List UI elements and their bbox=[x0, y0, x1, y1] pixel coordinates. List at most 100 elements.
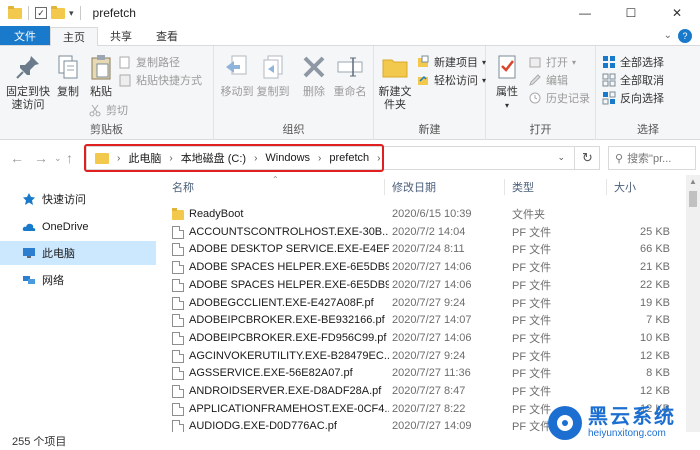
help-icon[interactable]: ? bbox=[678, 28, 692, 43]
network-icon bbox=[22, 274, 36, 286]
column-header: ⌃ 名称 修改日期 类型 大小 bbox=[160, 175, 686, 199]
copy-to-button[interactable]: 复制到 bbox=[256, 52, 290, 99]
new-group: 新建文件夹 新建项目 ▾ 轻松访问 ▾ 新建 bbox=[374, 46, 486, 140]
new-folder-button[interactable]: 新建文件夹 bbox=[378, 52, 412, 112]
folder-icon bbox=[172, 208, 184, 220]
pin-quick-access-button[interactable]: 固定到快速访问 bbox=[4, 52, 52, 112]
table-row[interactable]: ADOBE DESKTOP SERVICE.EXE-E4EF... 2020/7/… bbox=[160, 240, 686, 258]
divider[interactable] bbox=[606, 179, 607, 195]
watermark: 黑云系统 heiyunxitong.com bbox=[548, 400, 696, 446]
file-icon bbox=[172, 367, 184, 381]
chevron-down-icon: ▾ bbox=[504, 101, 509, 110]
file-type: PF 文件 bbox=[512, 386, 552, 398]
maximize-button[interactable]: ☐ bbox=[608, 0, 654, 26]
file-size: 25 KB bbox=[640, 225, 670, 238]
nav-item-this-pc[interactable]: 此电脑 bbox=[0, 241, 156, 265]
move-to-button[interactable]: 移动到 bbox=[220, 52, 254, 99]
column-date[interactable]: 修改日期 bbox=[392, 179, 436, 195]
folder-icon[interactable] bbox=[8, 5, 22, 19]
invert-selection-button[interactable]: 反向选择 bbox=[602, 90, 664, 106]
select-none-label: 全部取消 bbox=[620, 75, 664, 87]
address-dropdown-icon[interactable]: ⌄ bbox=[557, 152, 565, 163]
file-type: PF 文件 bbox=[512, 368, 552, 381]
new-folder-icon[interactable] bbox=[51, 5, 65, 19]
file-type: PF 文件 bbox=[512, 226, 552, 239]
search-box[interactable]: ⚲ 搜索"pr... bbox=[608, 146, 696, 170]
nav-item-label: 网络 bbox=[42, 275, 64, 287]
column-size[interactable]: 大小 bbox=[614, 179, 636, 195]
forward-arrow-icon[interactable]: → bbox=[34, 150, 48, 166]
file-name: ADOBE SPACES HELPER.EXE-6E5DB9... bbox=[189, 261, 389, 274]
tab-view[interactable]: 查看 bbox=[144, 26, 190, 45]
table-row[interactable]: ACCOUNTSCONTROLHOST.EXE-30B... 2020/7/2 1… bbox=[160, 223, 686, 241]
table-row[interactable]: ReadyBoot 2020/6/15 10:39 文件夹 bbox=[160, 205, 686, 223]
divider bbox=[28, 6, 29, 20]
scroll-thumb[interactable] bbox=[689, 191, 697, 207]
navigation-pane: 快速访问 OneDrive 此电脑 网络 bbox=[0, 175, 156, 432]
back-arrow-icon[interactable]: ← bbox=[10, 150, 24, 166]
edit-button[interactable]: 编辑 bbox=[528, 72, 568, 88]
star-icon bbox=[22, 193, 36, 205]
watermark-logo-icon bbox=[548, 406, 582, 440]
easy-access-button[interactable]: 轻松访问 ▾ bbox=[416, 72, 486, 88]
file-date: 2020/7/27 14:09 bbox=[392, 420, 472, 432]
recent-dropdown-icon[interactable]: ⌄ bbox=[54, 153, 62, 164]
table-row[interactable]: AGCINVOKERUTILITY.EXE-B28479EC.... 2020/7… bbox=[160, 347, 686, 365]
table-row[interactable]: ADOBEGCCLIENT.EXE-E427A08F.pf 2020/7/27 9… bbox=[160, 294, 686, 312]
table-row[interactable]: AGSSERVICE.EXE-56E82A07.pf 2020/7/27 11:3… bbox=[160, 364, 686, 382]
delete-button[interactable]: 删除 bbox=[300, 52, 328, 99]
copy-path-button[interactable]: 复制路径 bbox=[118, 54, 180, 70]
refresh-icon[interactable]: ↻ bbox=[574, 146, 600, 170]
new-item-button[interactable]: 新建项目 ▾ bbox=[416, 54, 486, 70]
tab-file[interactable]: 文件 bbox=[0, 26, 50, 45]
tab-home[interactable]: 主页 bbox=[50, 27, 98, 46]
nav-item-onedrive[interactable]: OneDrive bbox=[0, 215, 156, 239]
paste-button[interactable]: 粘贴 bbox=[86, 52, 116, 99]
select-none-button[interactable]: 全部取消 bbox=[602, 72, 664, 88]
cut-button[interactable]: 剪切 bbox=[88, 102, 128, 118]
window-title: prefetch bbox=[92, 6, 136, 20]
file-name: ADOBE DESKTOP SERVICE.EXE-E4EF... bbox=[189, 243, 389, 256]
nav-item-network[interactable]: 网络 bbox=[0, 268, 156, 292]
title-bar: ✓ ▾ prefetch — ☐ ✕ bbox=[0, 0, 700, 26]
open-button[interactable]: 打开 ▾ bbox=[528, 54, 576, 70]
close-button[interactable]: ✕ bbox=[654, 0, 700, 26]
chevron-down-icon[interactable]: ⌄ bbox=[664, 30, 672, 41]
history-icon bbox=[528, 91, 542, 105]
select-all-label: 全部选择 bbox=[620, 57, 664, 69]
file-date: 2020/7/27 9:24 bbox=[392, 349, 466, 362]
table-row[interactable]: ADOBEIPCBROKER.EXE-FD956C99.pf 2020/7/27 … bbox=[160, 329, 686, 347]
search-input[interactable]: 搜索"pr... bbox=[627, 150, 671, 166]
table-row[interactable]: ADOBE SPACES HELPER.EXE-6E5DB9... 2020/7/… bbox=[160, 258, 686, 276]
file-icon bbox=[172, 278, 184, 292]
column-name[interactable]: 名称 bbox=[172, 179, 194, 195]
table-row[interactable]: ADOBEIPCBROKER.EXE-BE932166.pf 2020/7/27 … bbox=[160, 311, 686, 329]
file-date: 2020/6/15 10:39 bbox=[392, 208, 472, 220]
properties-check-icon[interactable]: ✓ bbox=[35, 7, 47, 19]
history-button[interactable]: 历史记录 bbox=[528, 90, 590, 106]
customize-dropdown-icon[interactable]: ▾ bbox=[69, 8, 74, 19]
divider[interactable] bbox=[504, 179, 505, 195]
file-size: 12 KB bbox=[640, 349, 670, 362]
minimize-button[interactable]: — bbox=[562, 0, 608, 26]
nav-item-quick-access[interactable]: 快速访问 bbox=[0, 187, 156, 211]
scroll-up-icon[interactable]: ▲ bbox=[686, 177, 700, 186]
file-name: ADOBE SPACES HELPER.EXE-6E5DB9... bbox=[189, 278, 389, 291]
paste-shortcut-button[interactable]: 粘贴快捷方式 bbox=[118, 72, 202, 88]
select-none-icon bbox=[602, 73, 616, 87]
file-date: 2020/7/27 8:47 bbox=[392, 385, 466, 397]
table-row[interactable]: ADOBE SPACES HELPER.EXE-6E5DB9... 2020/7/… bbox=[160, 276, 686, 294]
file-icon bbox=[172, 225, 184, 239]
table-row[interactable]: ANDROIDSERVER.EXE-D8ADF28A.pf 2020/7/27 8… bbox=[160, 382, 686, 400]
vertical-scrollbar[interactable]: ▲ bbox=[686, 175, 700, 432]
file-name: AGCINVOKERUTILITY.EXE-B28479EC.... bbox=[189, 349, 389, 362]
column-type[interactable]: 类型 bbox=[512, 179, 534, 195]
divider[interactable] bbox=[384, 179, 385, 195]
select-all-button[interactable]: 全部选择 bbox=[602, 54, 664, 70]
up-arrow-icon[interactable]: ↑ bbox=[66, 150, 73, 166]
rename-button[interactable]: 重命名 bbox=[332, 52, 368, 99]
copy-button[interactable]: 复制 bbox=[54, 52, 82, 99]
file-name: AUDIODG.EXE-D0D776AC.pf bbox=[189, 420, 337, 432]
properties-button[interactable]: 属性 ▾ bbox=[492, 52, 522, 112]
tab-share[interactable]: 共享 bbox=[98, 26, 144, 45]
